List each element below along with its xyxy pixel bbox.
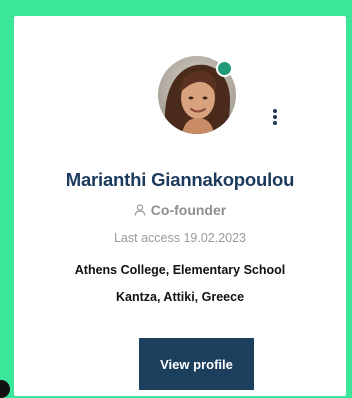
kebab-dot bbox=[273, 115, 277, 119]
avatar-container bbox=[158, 56, 236, 134]
profile-role: Co-founder bbox=[14, 202, 346, 218]
person-icon bbox=[134, 204, 146, 216]
kebab-dot bbox=[273, 109, 277, 113]
view-profile-button[interactable]: View profile bbox=[139, 338, 254, 390]
profile-name: Marianthi Giannakopoulou bbox=[65, 169, 295, 190]
role-label: Co-founder bbox=[150, 202, 227, 218]
location-text: Kantza, Attiki, Greece bbox=[115, 290, 245, 304]
last-access-text: Last access 19.02.2023 bbox=[113, 231, 247, 245]
corner-decoration bbox=[0, 380, 10, 398]
kebab-dot bbox=[273, 121, 277, 125]
profile-card: Marianthi Giannakopoulou Co-founder Last… bbox=[14, 16, 346, 396]
kebab-vertical-icon[interactable] bbox=[268, 106, 282, 128]
online-status-indicator bbox=[216, 60, 233, 77]
organization-text: Athens College, Elementary School bbox=[74, 263, 286, 277]
